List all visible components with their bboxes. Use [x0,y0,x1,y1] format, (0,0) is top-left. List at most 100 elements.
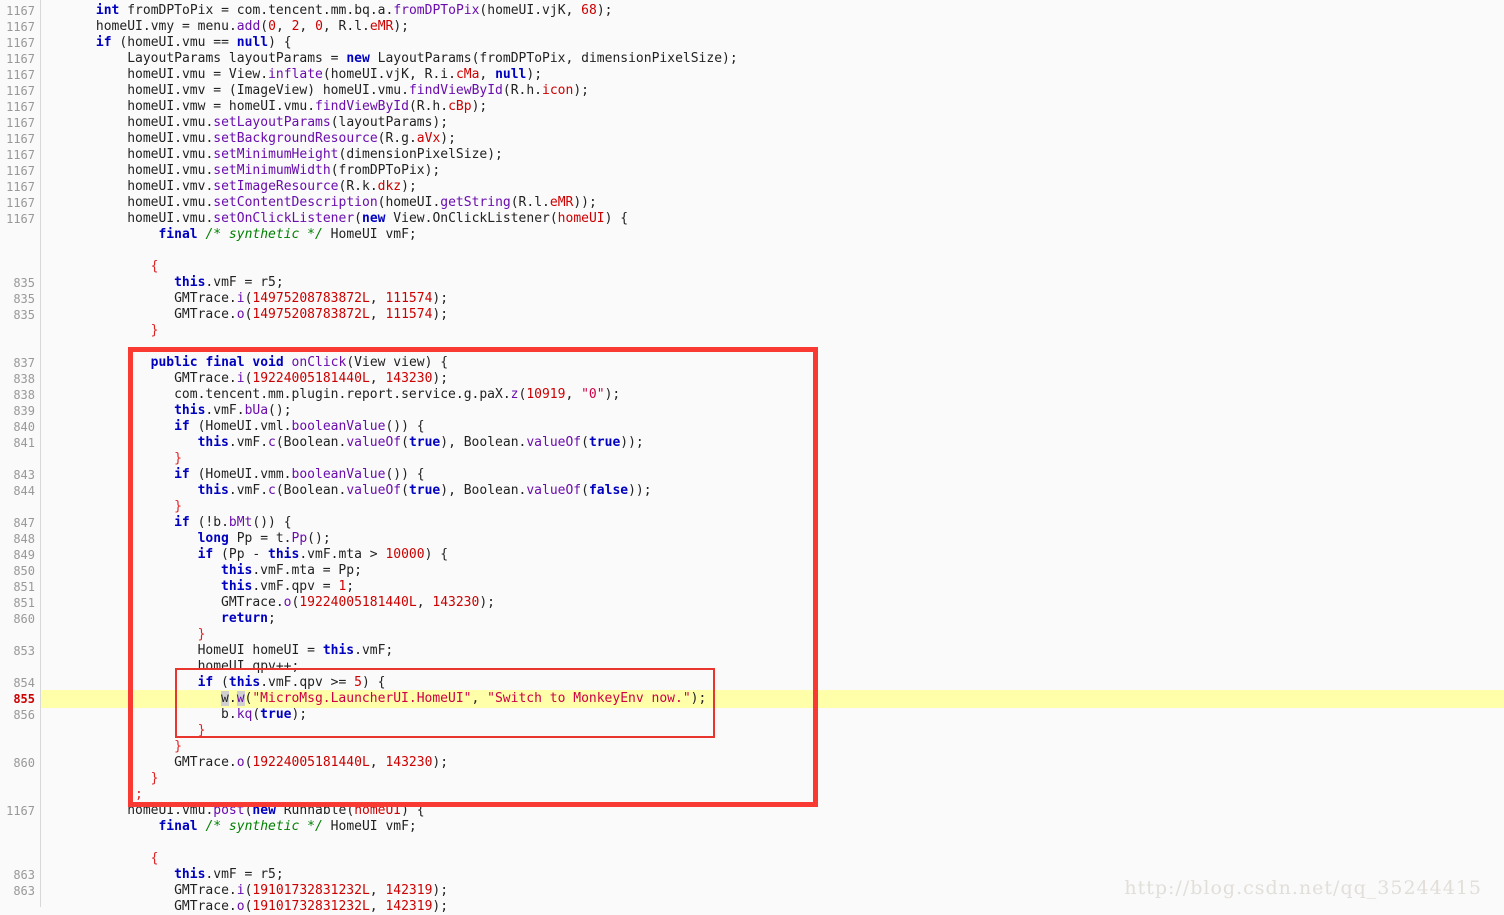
line-number[interactable]: 863 [1,867,35,883]
line-number[interactable]: 1167 [1,211,35,227]
line-number[interactable]: 863 [1,883,35,899]
code-line[interactable]: homeUI.vmu.setLayoutParams(layoutParams)… [127,115,448,131]
line-number[interactable]: 835 [1,291,35,307]
code-line[interactable]: final /* synthetic */ HomeUI vmF; [158,819,416,835]
code-line[interactable]: return; [221,611,276,627]
code-line[interactable]: homeUI.vmu.setOnClickListener(new View.O… [127,211,628,227]
line-number[interactable]: 844 [1,483,35,499]
line-number[interactable]: 853 [1,643,35,659]
code-line[interactable]: long Pp = t.Pp(); [198,531,331,547]
code-line[interactable]: LayoutParams layoutParams = new LayoutPa… [127,51,738,67]
code-line[interactable]: homeUI.vmy = menu.add(0, 2, 0, R.l.eMR); [96,19,409,35]
code-line[interactable]: homeUI.vmu.setMinimumHeight(dimensionPix… [127,147,503,163]
code-line[interactable]: public final void onClick(View view) { [151,355,448,371]
code-line[interactable]: } [151,771,159,787]
code-line[interactable]: GMTrace.o(19224005181440L, 143230); [221,595,495,611]
code-line[interactable]: homeUI.vmu.setBackgroundResource(R.g.aVx… [127,131,456,147]
code-line[interactable]: GMTrace.i(14975208783872L, 111574); [174,291,448,307]
line-number[interactable]: 850 [1,563,35,579]
line-number[interactable]: 1167 [1,195,35,211]
code-line[interactable]: GMTrace.i(19224005181440L, 143230); [174,371,448,387]
code-line[interactable]: } [151,323,159,339]
code-line[interactable]: GMTrace.i(19101732831232L, 142319); [174,883,448,899]
line-number[interactable]: 1167 [1,179,35,195]
code-line[interactable]: this.vmF.bUa(); [174,403,291,419]
line-number[interactable]: 1167 [1,147,35,163]
code-line[interactable]: } [174,451,182,467]
code-line[interactable]: } [174,739,182,755]
line-number[interactable]: 1167 [1,83,35,99]
line-number[interactable]: 854 [1,675,35,691]
line-number[interactable]: 838 [1,387,35,403]
code-line[interactable]: { [151,259,159,275]
code-line[interactable]: this.vmF.qpv = 1; [221,579,354,595]
code-line[interactable]: HomeUI homeUI = this.vmF; [198,643,394,659]
line-number[interactable]: 1167 [1,163,35,179]
line-number[interactable]: 840 [1,419,35,435]
code-line[interactable]: GMTrace.o(19101732831232L, 142319); [174,899,448,915]
line-number[interactable]: 1167 [1,803,35,819]
code-line[interactable]: homeUI.vmv = (ImageView) homeUI.vmu.find… [127,83,589,99]
code-line[interactable]: homeUI.vmu.post(new Runnable(homeUI) { [127,803,424,819]
code-line[interactable]: } [198,627,206,643]
code-line[interactable]: if (HomeUI.vmm.booleanValue()) { [174,467,424,483]
line-number[interactable]: 838 [1,371,35,387]
code-line[interactable]: GMTrace.o(19224005181440L, 143230); [174,755,448,771]
code-line[interactable]: homeUI.qpv++; [198,659,300,675]
line-number[interactable]: 839 [1,403,35,419]
code-line[interactable]: this.vmF.c(Boolean.valueOf(true), Boolea… [198,435,644,451]
code-line[interactable]: com.tencent.mm.plugin.report.service.g.p… [174,387,620,403]
code-line[interactable]: this.vmF.mta = Pp; [221,563,362,579]
line-number[interactable]: 848 [1,531,35,547]
code-line[interactable]: final /* synthetic */ HomeUI vmF; [158,227,416,243]
code-content[interactable]: int fromDPToPix = com.tencent.mm.bq.a.fr… [41,0,1504,914]
code-line[interactable]: if (this.vmF.qpv >= 5) { [198,675,386,691]
line-number[interactable]: 1167 [1,35,35,51]
code-line[interactable]: homeUI.vmv.setImageResource(R.k.dkz); [127,179,417,195]
line-number[interactable]: 856 [1,707,35,723]
code-token: homeUI.vmu = View. [127,67,269,82]
code-line[interactable]: b.kq(true); [221,707,307,723]
line-number-gutter[interactable]: 1167 1167 1167 1167 1167 1167 1167 1167 1167 1167… [0,0,41,907]
line-number[interactable]: 851 [1,595,35,611]
line-number[interactable]: 843 [1,467,35,483]
line-number[interactable]: 1167 [1,67,35,83]
line-number[interactable]: 860 [1,611,35,627]
code-line[interactable]: homeUI.vmw = homeUI.vmu.findViewById(R.h… [127,99,487,115]
code-line[interactable]: { [151,851,159,867]
line-number[interactable]: 837 [1,355,35,371]
code-line[interactable]: homeUI.vmu.setContentDescription(homeUI.… [127,195,597,211]
line-number[interactable]: 841 [1,435,35,451]
line-number[interactable]: 855 [1,691,35,707]
code-line[interactable]: } [198,723,206,739]
line-number[interactable]: 1167 [1,51,35,67]
code-line[interactable]: GMTrace.o(14975208783872L, 111574); [174,307,448,323]
code-viewer[interactable]: int fromDPToPix = com.tencent.mm.bq.a.fr… [0,0,1504,914]
code-line[interactable]: homeUI.vmu = View.inflate(homeUI.vjK, R.… [127,67,542,83]
code-line[interactable]: if (!b.bMt()) { [174,515,291,531]
code-line[interactable]: w.w("MicroMsg.LauncherUI.HomeUI", "Switc… [221,691,706,707]
line-number[interactable]: 849 [1,547,35,563]
line-number[interactable]: 1167 [1,115,35,131]
code-line[interactable]: homeUI.vmu.setMinimumWidth(fromDPToPix); [127,163,440,179]
line-number[interactable]: 835 [1,307,35,323]
line-number[interactable]: 847 [1,515,35,531]
code-line[interactable]: if (Pp - this.vmF.mta > 10000) { [198,547,448,563]
line-number[interactable]: 860 [1,755,35,771]
line-number[interactable]: 835 [1,275,35,291]
code-line[interactable]: this.vmF = r5; [174,867,284,883]
code-token: homeUI.vmu. [127,147,214,162]
code-line[interactable]: if (HomeUI.vml.booleanValue()) { [174,419,424,435]
line-number[interactable]: 1167 [1,19,35,35]
line-number[interactable]: 851 [1,579,35,595]
line-number[interactable]: 1167 [1,3,35,19]
code-line[interactable]: ); [127,787,143,803]
code-line[interactable]: } [174,499,182,515]
line-number[interactable]: 1167 [1,131,35,147]
code-line[interactable]: this.vmF.c(Boolean.valueOf(true), Boolea… [198,483,652,499]
code-line[interactable]: if (homeUI.vmu == null) { [96,35,292,51]
code-token: i [236,883,245,898]
line-number[interactable]: 1167 [1,99,35,115]
code-line[interactable]: this.vmF = r5; [174,275,284,291]
code-line[interactable]: int fromDPToPix = com.tencent.mm.bq.a.fr… [96,3,613,19]
